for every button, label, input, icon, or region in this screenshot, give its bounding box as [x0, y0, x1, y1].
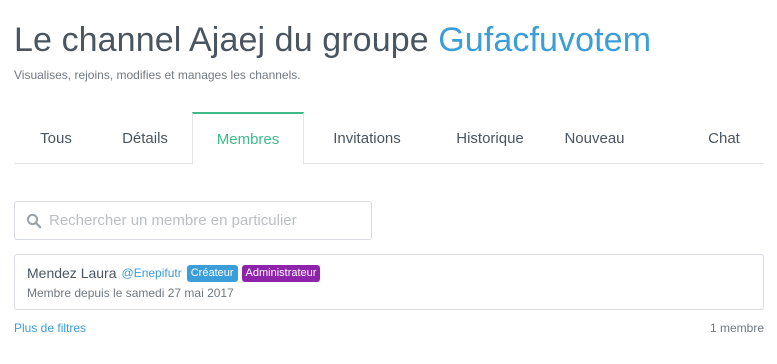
member-name: Mendez Laura	[27, 265, 117, 281]
tab-tous[interactable]: Tous	[14, 112, 98, 164]
member-handle-link[interactable]: @Enepifutr	[122, 266, 182, 280]
member-count: 1 membre	[709, 321, 764, 335]
tab-historique[interactable]: Historique	[430, 112, 550, 164]
page-title-prefix: Le channel Ajaej du groupe	[14, 21, 439, 59]
tab-nouveau[interactable]: Nouveau	[550, 112, 639, 164]
tab-bar: Tous Détails Membres Invitations Histori…	[14, 112, 764, 165]
search-box	[14, 201, 372, 240]
admin-badge: Administrateur	[241, 264, 321, 282]
creator-badge: Créateur	[186, 264, 238, 282]
member-header: Mendez Laura @Enepifutr Créateur Adminis…	[27, 263, 324, 283]
tab-invitations[interactable]: Invitations	[304, 112, 430, 164]
member-card[interactable]: Mendez Laura @Enepifutr Créateur Adminis…	[14, 254, 764, 310]
page-subtitle: Visualises, rejoins, modifies et manages…	[14, 68, 301, 82]
tab-chat[interactable]: Chat	[689, 112, 759, 164]
page-title: Le channel Ajaej du groupe Gufacfuvotem	[14, 18, 651, 62]
more-filters-link[interactable]: Plus de filtres	[14, 321, 86, 335]
search-icon	[26, 213, 42, 229]
member-since: Membre depuis le samedi 27 mai 2017	[27, 286, 234, 300]
group-name: Gufacfuvotem	[438, 21, 652, 59]
tab-membres[interactable]: Membres	[192, 112, 304, 165]
search-input[interactable]	[49, 202, 364, 239]
tab-details[interactable]: Détails	[98, 112, 192, 164]
